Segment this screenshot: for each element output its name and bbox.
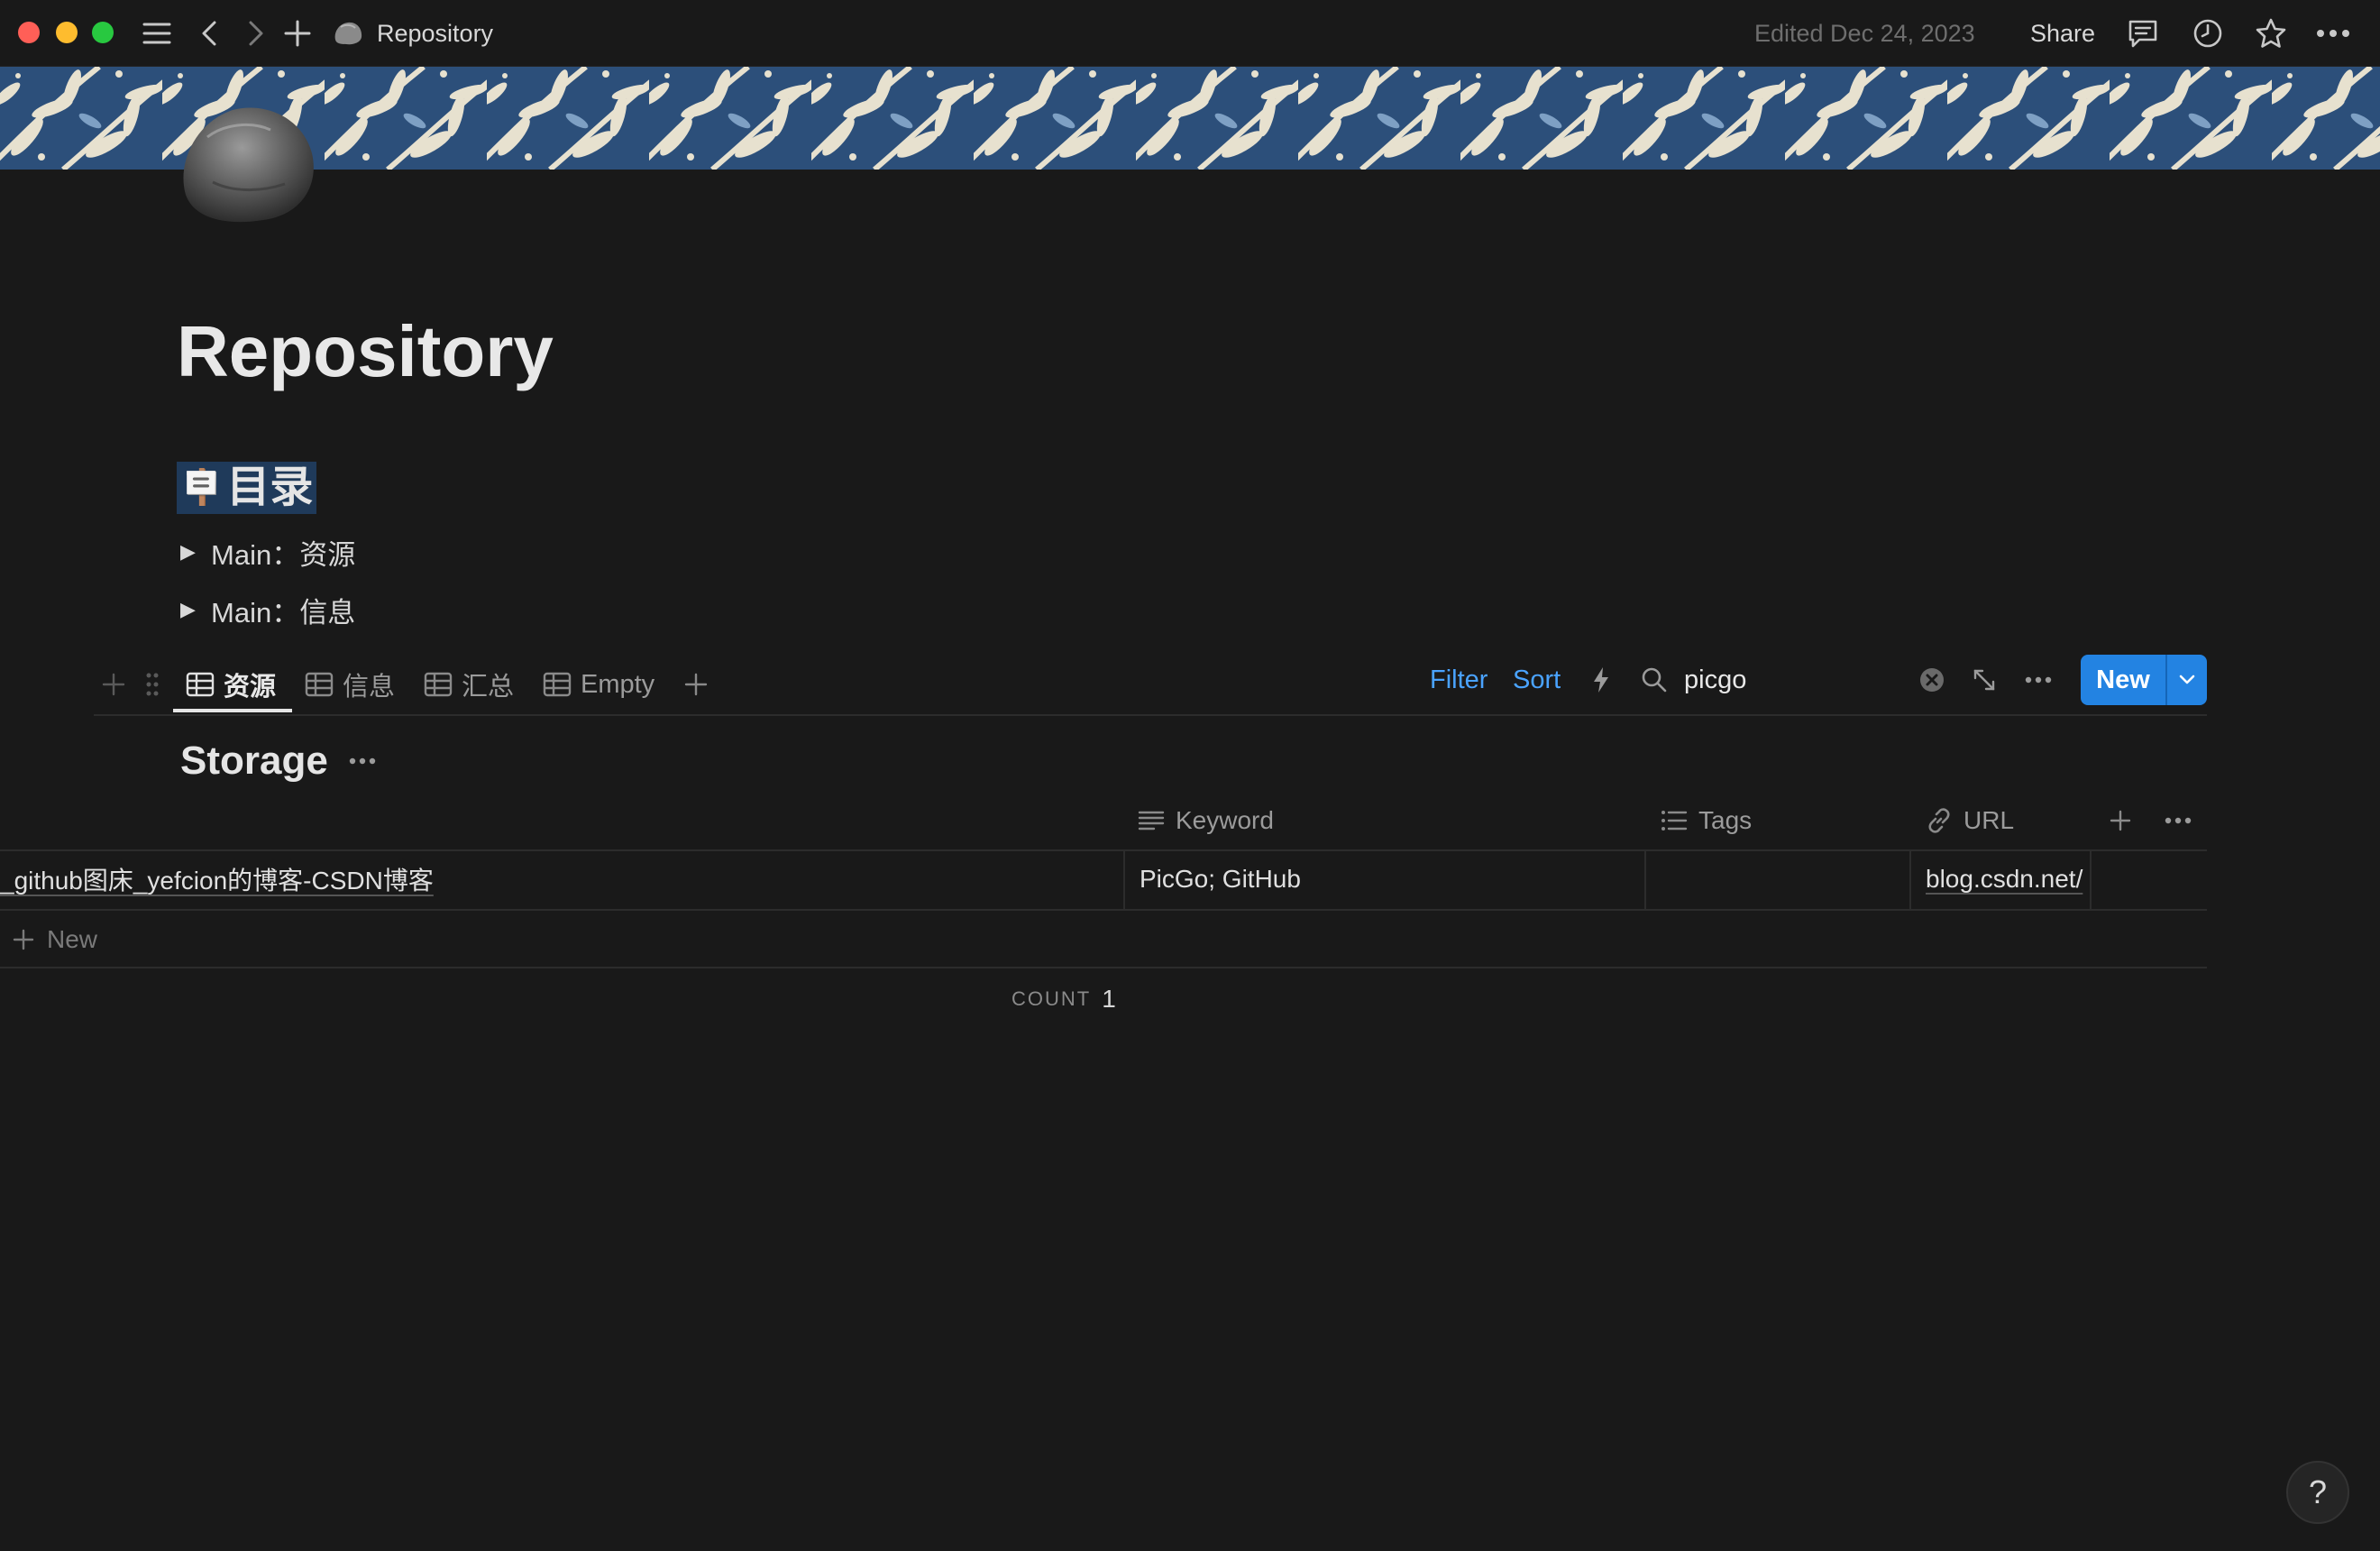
automation-bolt-icon[interactable]	[1588, 662, 1614, 698]
database-more-icon[interactable]	[2021, 662, 2055, 698]
table-row-name-cell[interactable]: _github图床_yefcion的博客-CSDN博客	[0, 851, 1118, 907]
expand-arrows-icon[interactable]	[1969, 662, 2000, 698]
updates-clock-icon[interactable]	[2189, 13, 2227, 54]
tab-label: 汇总	[462, 673, 515, 702]
toggle-label: Main：信息	[211, 596, 356, 629]
row-url-link[interactable]: blog.csdn.net/	[1926, 865, 2082, 894]
table-view-icon	[186, 672, 215, 697]
column-divider	[1123, 851, 1125, 909]
link-icon	[1928, 808, 1950, 833]
text-lines-icon	[1138, 811, 1165, 831]
column-label: Keyword	[1176, 806, 1274, 834]
rock-page-icon-large[interactable]	[177, 101, 319, 227]
tab-view-summary[interactable]: 汇总	[424, 664, 514, 705]
sort-button[interactable]: Sort	[1513, 662, 1561, 698]
column-header-keyword[interactable]: Keyword	[1138, 801, 1274, 840]
sidebar-menu-icon[interactable]	[137, 13, 177, 54]
table-row-keyword-cell[interactable]: PicGo; GitHub	[1140, 851, 1635, 907]
row-name-text[interactable]: _github图床_yefcion的博客-CSDN博客	[0, 861, 434, 897]
tab-view-empty[interactable]: Empty	[543, 664, 654, 705]
page-title[interactable]: Repository	[177, 307, 554, 397]
toc-heading-text: 目录	[226, 463, 314, 511]
help-button[interactable]: ?	[2286, 1461, 2349, 1524]
tab-view-info[interactable]: 信息	[305, 664, 395, 705]
search-icon[interactable]	[1639, 662, 1670, 698]
clear-search-icon[interactable]	[1917, 662, 1947, 698]
drag-handle-icon[interactable]	[141, 664, 164, 705]
table-view-icon	[424, 672, 453, 697]
search-input[interactable]	[1684, 660, 1900, 700]
table-row-tags-cell[interactable]	[1661, 851, 1904, 907]
new-page-plus-icon[interactable]	[281, 13, 314, 54]
toggle-triangle-icon[interactable]: ▶	[180, 598, 211, 621]
count-footer[interactable]: COUNT 1	[1012, 981, 1116, 1017]
forward-arrow-icon[interactable]	[242, 13, 270, 54]
view-bar-divider	[94, 714, 2207, 716]
minimize-window-button[interactable]	[56, 22, 78, 43]
new-button-label[interactable]: New	[2081, 655, 2165, 705]
row-keyword-text: PicGo; GitHub	[1140, 865, 1301, 893]
count-label: COUNT	[1012, 987, 1092, 1010]
maximize-window-button[interactable]	[92, 22, 114, 43]
table-footer-divider	[0, 967, 2207, 968]
share-button[interactable]: Share	[2030, 18, 2095, 49]
new-row-label: New	[47, 925, 98, 953]
tab-label: Empty	[581, 669, 655, 699]
table-row-divider	[0, 909, 2207, 911]
add-view-plus-icon[interactable]	[682, 664, 710, 705]
new-record-button[interactable]: New	[2081, 655, 2207, 705]
back-arrow-icon[interactable]	[195, 13, 224, 54]
table-more-icon[interactable]	[2162, 801, 2194, 840]
breadcrumb-page-title[interactable]: Repository	[377, 18, 493, 49]
table-row-url-cell[interactable]: blog.csdn.net/	[1926, 851, 2088, 907]
edited-timestamp: Edited Dec 24, 2023	[1754, 20, 1975, 47]
tab-label: 资源	[224, 673, 277, 702]
active-tab-indicator	[173, 709, 292, 712]
table-view-icon	[305, 672, 334, 697]
column-divider	[1909, 851, 1911, 909]
column-header-tags[interactable]: Tags	[1661, 801, 1752, 840]
signpost-emoji: 🪧	[180, 469, 224, 507]
favorite-star-icon[interactable]	[2252, 13, 2290, 54]
tab-view-resources[interactable]: 资源	[186, 664, 276, 705]
cover-image	[0, 67, 2380, 170]
rock-page-icon	[330, 13, 366, 54]
comments-icon[interactable]	[2124, 13, 2162, 54]
toggle-main-info[interactable]: ▶ Main：信息	[180, 590, 355, 629]
filter-button[interactable]: Filter	[1430, 662, 1488, 698]
database-title[interactable]: Storage	[180, 736, 328, 786]
toggle-triangle-icon[interactable]: ▶	[180, 540, 211, 564]
list-icon	[1661, 811, 1688, 831]
toc-heading[interactable]: 🪧 目录	[177, 462, 317, 514]
count-value: 1	[1102, 985, 1116, 1013]
column-divider	[2090, 851, 2092, 909]
more-options-icon[interactable]	[2313, 13, 2353, 54]
toggle-main-resources[interactable]: ▶ Main：资源	[180, 532, 355, 572]
column-label: URL	[1964, 806, 2015, 834]
add-new-row-button[interactable]: New	[13, 918, 97, 961]
column-label: Tags	[1698, 806, 1753, 834]
chevron-down-icon[interactable]	[2165, 655, 2207, 705]
add-block-plus-icon[interactable]	[99, 664, 128, 705]
close-window-button[interactable]	[18, 22, 40, 43]
tab-label: 信息	[343, 673, 396, 702]
database-title-more-icon[interactable]	[344, 743, 380, 779]
toggle-label: Main：资源	[211, 538, 356, 571]
plus-icon	[13, 929, 34, 950]
table-view-icon	[543, 672, 572, 697]
add-property-plus-icon[interactable]	[2106, 801, 2135, 840]
column-divider	[1644, 851, 1646, 909]
title-bar: Repository Edited Dec 24, 2023 Share	[0, 0, 2380, 67]
column-header-url[interactable]: URL	[1926, 801, 2014, 840]
